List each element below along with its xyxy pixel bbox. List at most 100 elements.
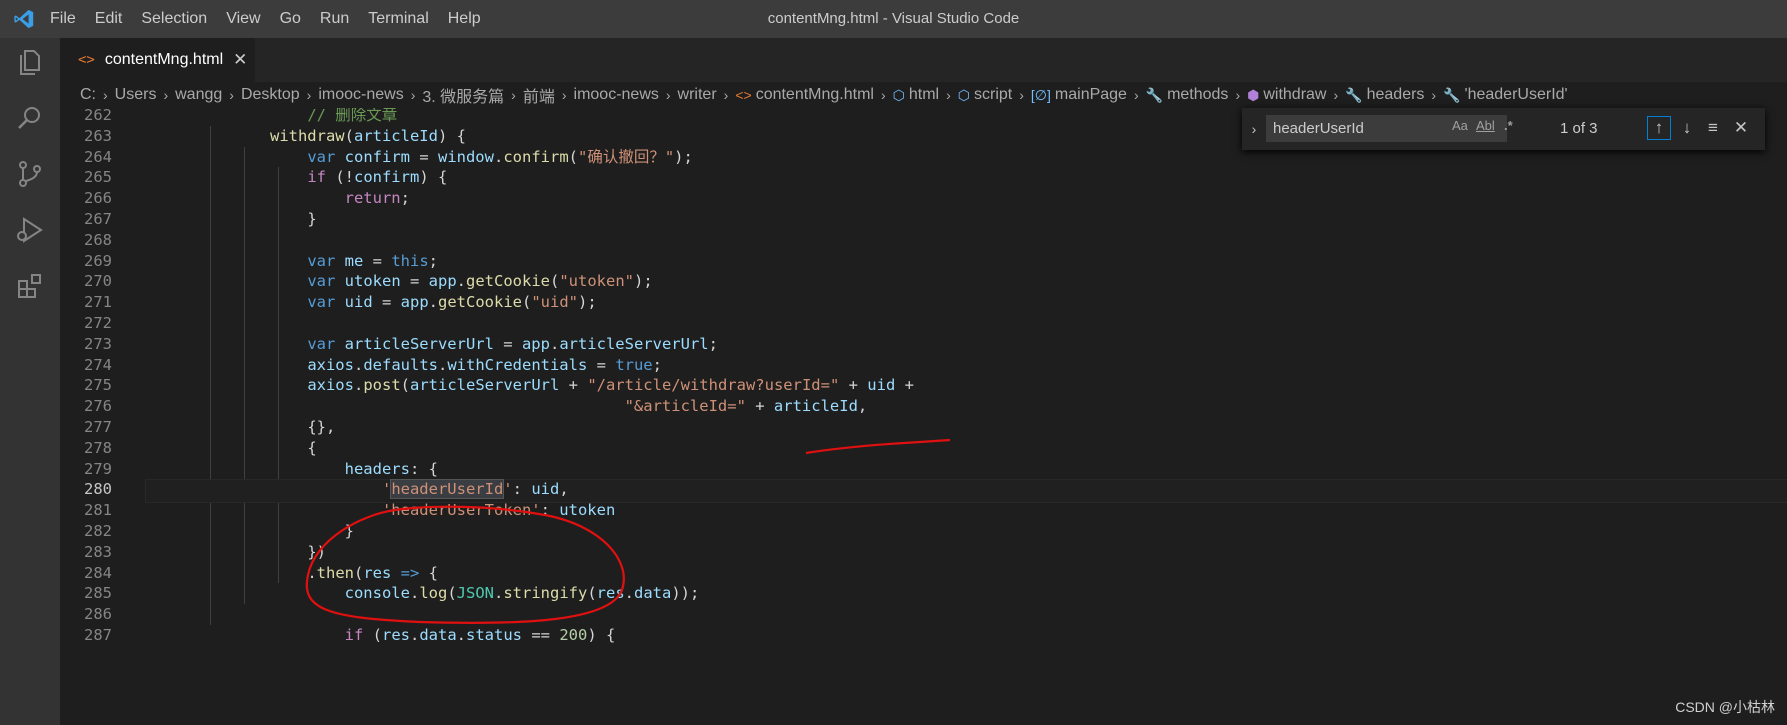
code-token: } <box>307 210 317 228</box>
code-token: = <box>372 293 401 312</box>
breadcrumb-item[interactable]: 🔧 headers <box>1345 86 1424 104</box>
code-token: if <box>307 168 326 187</box>
breadcrumb-label: 3. 微服务篇 <box>422 89 505 106</box>
code-token: return <box>344 189 401 208</box>
code-editor[interactable]: 262 // 删除文章 263 withdraw(articleId) {264 … <box>60 108 1787 725</box>
code-line[interactable]: 265 if (!confirm) { <box>60 167 1787 188</box>
code-line[interactable]: 272 <box>60 313 1787 334</box>
line-number: 265 <box>84 168 112 187</box>
files-icon[interactable] <box>14 46 46 78</box>
line-number: 275 <box>84 376 112 395</box>
previous-match-arrow-up-icon[interactable]: ↑ <box>1647 116 1671 140</box>
code-token: ( <box>447 584 457 603</box>
find-input[interactable] <box>1266 115 1507 142</box>
match-case-icon[interactable]: Aa <box>1452 118 1468 133</box>
code-token: window <box>437 147 494 166</box>
breadcrumb-item[interactable]: Users <box>115 86 157 104</box>
breadcrumb-item[interactable]: writer <box>678 86 717 104</box>
tab-label: contentMng.html <box>104 51 224 68</box>
breadcrumb-item[interactable]: wangg <box>175 86 222 104</box>
breadcrumb-item[interactable]: ⬢ withdraw <box>1247 86 1326 104</box>
find-in-selection-icon[interactable]: ≡ <box>1701 116 1725 140</box>
breadcrumb-separator-icon: › <box>880 87 886 103</box>
code-token: : { <box>409 459 438 478</box>
code-line[interactable]: 283 }) <box>60 542 1787 563</box>
toggle-replace-chevron-icon[interactable]: › <box>1246 108 1262 150</box>
code-line[interactable]: 269 var me = this; <box>60 251 1787 272</box>
breadcrumb-symbol-icon: 🔧 <box>1345 86 1363 103</box>
code-token: . <box>409 626 420 644</box>
breadcrumb-item[interactable]: ⬡ script <box>958 86 1012 104</box>
extensions-icon[interactable] <box>14 270 46 302</box>
breadcrumb-label: html <box>908 86 940 103</box>
breadcrumb-item[interactable]: imooc-news <box>318 86 403 104</box>
breadcrumb-separator-icon: › <box>511 87 516 103</box>
line-number: 263 <box>84 126 112 145</box>
tab-contentmng-html[interactable]: <> contentMng.html ✕ <box>60 38 255 82</box>
breadcrumb-item[interactable]: ⬡ html <box>893 86 939 104</box>
line-number: 272 <box>84 314 112 332</box>
code-line[interactable]: 267 } <box>60 209 1787 230</box>
regex-icon[interactable]: .* <box>1504 118 1513 133</box>
breadcrumb-item[interactable]: 前端 <box>523 83 555 107</box>
code-token: "uid" <box>531 293 579 312</box>
code-line[interactable]: 266 return; <box>60 188 1787 209</box>
code-text: var uid = app.getCookie("uid"); <box>158 292 596 313</box>
code-token: "&articleId=" <box>624 397 746 416</box>
run-debug-icon[interactable] <box>14 214 46 246</box>
code-line[interactable]: 287 if (res.data.status == 200) { <box>60 625 1787 646</box>
code-line[interactable]: 284 .then(res => { <box>60 563 1787 584</box>
code-token: res <box>381 626 410 644</box>
breadcrumb-separator-icon: › <box>723 87 729 103</box>
breadcrumb-item[interactable]: Desktop <box>241 86 300 104</box>
code-line[interactable]: 279 headers: { <box>60 459 1787 480</box>
code-line[interactable]: 282 } <box>60 521 1787 542</box>
breadcrumb-item[interactable]: [∅] mainPage <box>1031 86 1127 104</box>
breadcrumb-item[interactable]: <> contentMng.html <box>735 86 874 104</box>
close-find-icon[interactable]: ✕ <box>1729 116 1753 140</box>
code-token: headers <box>344 459 410 478</box>
search-icon[interactable] <box>14 102 46 134</box>
whole-word-icon[interactable]: Abl <box>1476 118 1495 133</box>
code-token: ( <box>550 272 560 291</box>
code-token: console <box>344 584 410 603</box>
breadcrumb-item[interactable]: 🔧'headerUserId' <box>1443 86 1568 104</box>
breadcrumb-item[interactable]: C: <box>80 86 96 104</box>
code-line[interactable]: 270 var utoken = app.getCookie("utoken")… <box>60 271 1787 292</box>
code-token: defaults <box>363 355 438 374</box>
code-line[interactable]: 273 var articleServerUrl = app.articleSe… <box>60 334 1787 355</box>
code-line[interactable]: 268 <box>60 230 1787 251</box>
code-line[interactable]: 276 "&articleId=" + articleId, <box>60 396 1787 417</box>
line-number: 262 <box>84 108 112 124</box>
close-icon[interactable]: ✕ <box>233 50 247 70</box>
code-token: getCookie <box>438 293 522 312</box>
find-widget: › Aa Abl .* 1 of 3 ↑ ↓ ≡ ✕ <box>1242 108 1765 150</box>
code-line[interactable]: 277 {}, <box>60 417 1787 438</box>
breadcrumb-separator-icon: › <box>1133 87 1139 103</box>
code-text: var utoken = app.getCookie("utoken"); <box>158 271 652 292</box>
code-token: ) { <box>587 626 616 644</box>
code-line[interactable]: 275 axios.post(articleServerUrl + "/arti… <box>60 375 1787 396</box>
code-line[interactable]: 280 'headerUserId': uid, <box>60 479 1787 500</box>
code-token: headerUserId <box>390 479 505 500</box>
code-text: if (!confirm) { <box>158 167 447 188</box>
code-line[interactable]: 285 console.log(JSON.stringify(res.data)… <box>60 583 1787 604</box>
next-match-arrow-down-icon[interactable]: ↓ <box>1675 116 1699 140</box>
source-control-icon[interactable] <box>14 158 46 190</box>
code-line[interactable]: 281 'headerUserToken': utoken <box>60 500 1787 521</box>
code-line[interactable]: 286 <box>60 604 1787 625</box>
code-token: this <box>391 251 429 270</box>
code-line[interactable]: 274 axios.defaults.withCredentials = tru… <box>60 355 1787 376</box>
breadcrumb-label: Desktop <box>240 86 300 103</box>
code-token: "/article/withdraw?userId=" <box>587 376 840 395</box>
breadcrumb-item[interactable]: 🔧 methods <box>1146 86 1229 104</box>
breadcrumb-item[interactable]: 3. 微服务篇 <box>422 83 504 107</box>
code-line[interactable]: 271 var uid = app.getCookie("uid"); <box>60 292 1787 313</box>
code-token: post <box>363 376 401 395</box>
breadcrumb-item[interactable]: imooc-news <box>574 86 659 104</box>
breadcrumb-symbol-icon: 🔧 <box>1145 86 1164 103</box>
code-line[interactable]: 278 { <box>60 438 1787 459</box>
